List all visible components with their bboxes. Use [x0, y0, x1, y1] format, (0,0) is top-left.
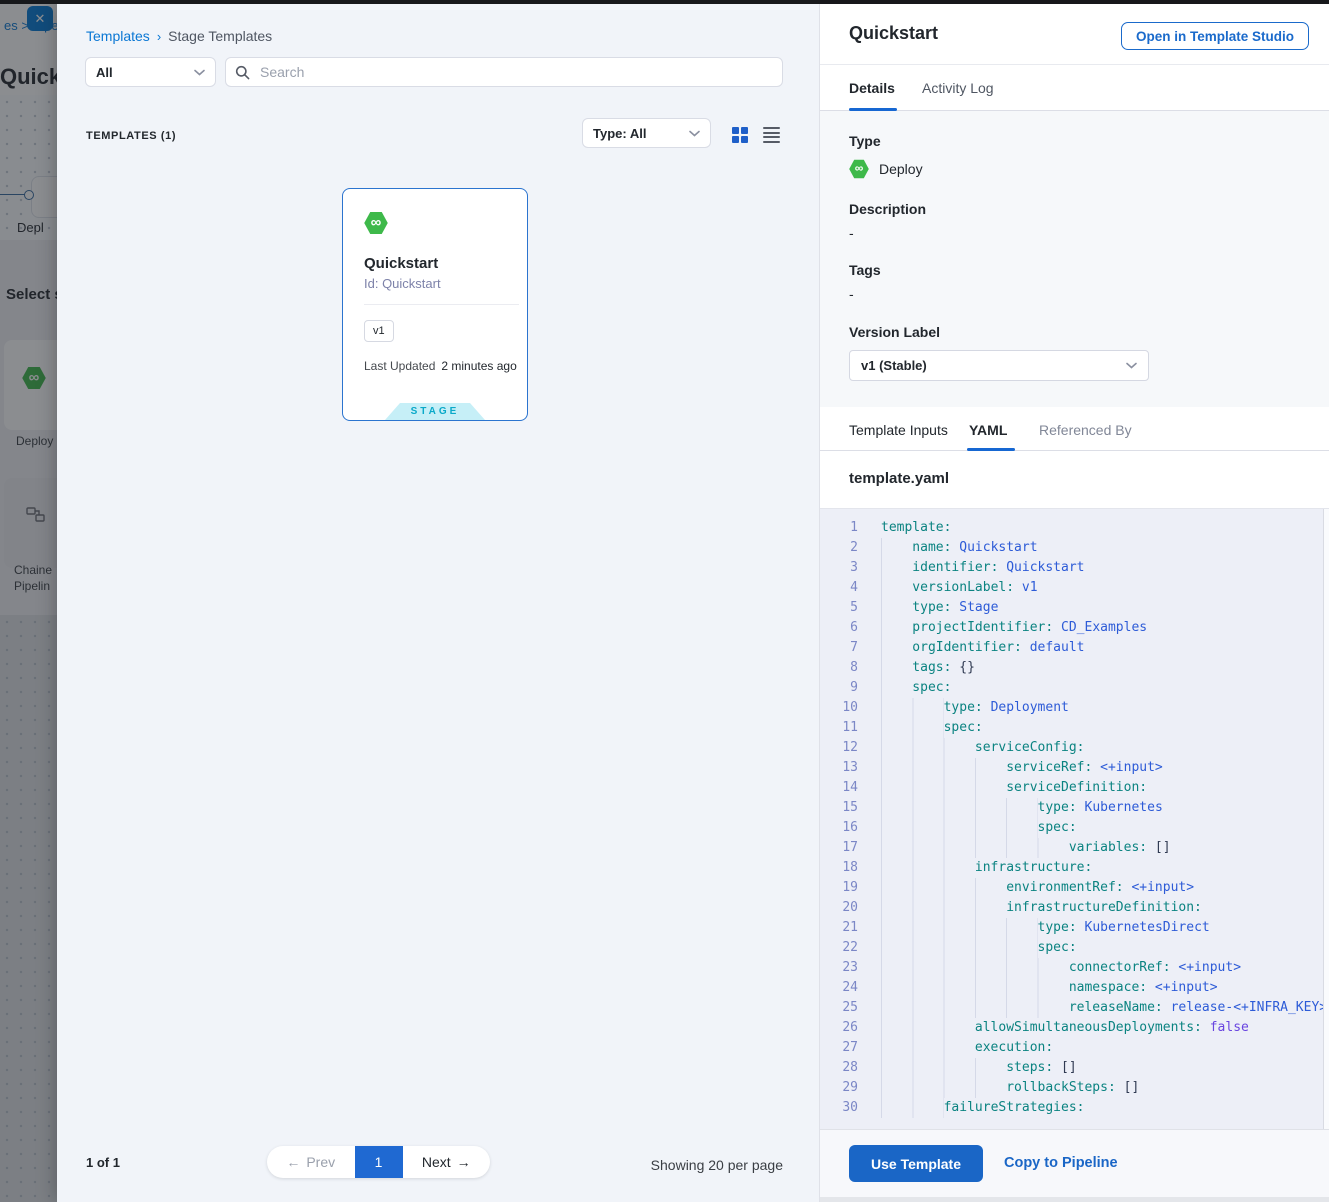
- chevron-down-icon: [1126, 362, 1137, 369]
- template-card-name: Quickstart: [364, 255, 438, 272]
- yaml-subtabs: Template Inputs YAML Referenced By: [820, 407, 1329, 451]
- code-line: 16spec:: [820, 818, 1329, 838]
- code-line: 28steps: []: [820, 1058, 1329, 1078]
- templates-count-label: TEMPLATES (1): [86, 130, 176, 142]
- cd-hexagon-icon: ∞: [849, 159, 869, 179]
- search-field[interactable]: [225, 57, 783, 87]
- code-line: 11spec:: [820, 718, 1329, 738]
- pagination-summary: 1 of 1: [86, 1155, 120, 1170]
- code-line: 30failureStrategies:: [820, 1098, 1329, 1118]
- app-window: es > Pipe ✕ Quicks Depl Select s ∞ Deplo…: [0, 0, 1329, 1202]
- code-line: 2name: Quickstart: [820, 538, 1329, 558]
- card-divider: [364, 304, 519, 305]
- type-value-row: ∞ Deploy: [849, 159, 923, 179]
- code-line: 10type: Deployment: [820, 698, 1329, 718]
- code-line: 5type: Stage: [820, 598, 1329, 618]
- panel-bottom-strip: [820, 1197, 1329, 1202]
- modal-dim-overlay[interactable]: [0, 0, 57, 1202]
- list-view-icon[interactable]: [763, 127, 780, 143]
- per-page-label: Showing 20 per page: [651, 1157, 783, 1173]
- tags-value: -: [849, 286, 854, 302]
- scrollbar-gutter[interactable]: [1323, 509, 1329, 1134]
- tab-activity-log[interactable]: Activity Log: [922, 80, 994, 96]
- code-line: 19environmentRef: <+input>: [820, 878, 1329, 898]
- description-label: Description: [849, 201, 926, 217]
- search-icon: [235, 65, 250, 80]
- code-line: 18infrastructure:: [820, 858, 1329, 878]
- arrow-right-icon: →: [457, 1154, 471, 1170]
- current-page-button[interactable]: 1: [355, 1146, 403, 1178]
- stage-type-badge: STAGE: [385, 403, 485, 420]
- details-section: Type ∞ Deploy Description - Tags - Versi…: [820, 111, 1329, 407]
- code-line: 17variables: []: [820, 838, 1329, 858]
- prev-page-button[interactable]: ←Prev: [267, 1146, 355, 1178]
- tab-template-inputs[interactable]: Template Inputs: [849, 422, 948, 438]
- use-template-button[interactable]: Use Template: [849, 1145, 983, 1182]
- code-line: 20infrastructureDefinition:: [820, 898, 1329, 918]
- panel-title: Quickstart: [849, 23, 938, 44]
- breadcrumb-templates-link[interactable]: Templates: [86, 28, 150, 44]
- version-select[interactable]: v1 (Stable): [849, 350, 1149, 381]
- description-value: -: [849, 225, 854, 241]
- type-value: Deploy: [879, 161, 923, 177]
- chevron-down-icon: [194, 69, 205, 76]
- code-line: 26allowSimultaneousDeployments: false: [820, 1018, 1329, 1038]
- code-line: 7orgIdentifier: default: [820, 638, 1329, 658]
- code-line: 23connectorRef: <+input>: [820, 958, 1329, 978]
- action-bar: Use Template Copy to Pipeline: [820, 1129, 1329, 1197]
- grid-view-icon[interactable]: [732, 127, 748, 143]
- details-tabs: Details Activity Log: [820, 65, 1329, 111]
- tab-referenced-by[interactable]: Referenced By: [1039, 422, 1132, 438]
- search-input[interactable]: [258, 63, 773, 81]
- code-line: 24namespace: <+input>: [820, 978, 1329, 998]
- scope-filter-select[interactable]: All: [85, 57, 216, 87]
- copy-to-pipeline-link[interactable]: Copy to Pipeline: [1004, 1155, 1118, 1171]
- code-line: 3identifier: Quickstart: [820, 558, 1329, 578]
- tab-yaml[interactable]: YAML: [969, 422, 1007, 438]
- version-badge: v1: [364, 320, 394, 342]
- code-line: 6projectIdentifier: CD_Examples: [820, 618, 1329, 638]
- code-line: 12serviceConfig:: [820, 738, 1329, 758]
- template-card-quickstart[interactable]: ∞ Quickstart Id: Quickstart v1 Last Upda…: [342, 188, 528, 421]
- code-line: 9spec:: [820, 678, 1329, 698]
- pagination-control: ←Prev 1 Next→: [267, 1146, 490, 1178]
- tab-details[interactable]: Details: [849, 80, 895, 96]
- yaml-code-editor[interactable]: 1template:2name: Quickstart3identifier: …: [820, 509, 1329, 1134]
- tags-label: Tags: [849, 262, 881, 278]
- open-in-template-studio-button[interactable]: Open in Template Studio: [1121, 22, 1309, 50]
- type-filter-select[interactable]: Type: All: [582, 118, 711, 148]
- code-line: 13serviceRef: <+input>: [820, 758, 1329, 778]
- code-line: 14serviceDefinition:: [820, 778, 1329, 798]
- window-top-strip: [0, 0, 1329, 4]
- code-line: 8tags: {}: [820, 658, 1329, 678]
- background-page: es > Pipe ✕ Quicks Depl Select s ∞ Deplo…: [0, 0, 57, 1202]
- template-card-id: Id: Quickstart: [364, 276, 441, 291]
- templates-drawer: Templates › Stage Templates All TEMPLATE…: [57, 4, 819, 1202]
- code-line: 4versionLabel: v1: [820, 578, 1329, 598]
- code-line: 1template:: [820, 518, 1329, 538]
- last-updated: Last Updated2 minutes ago: [364, 359, 517, 373]
- code-line: 29rollbackSteps: []: [820, 1078, 1329, 1098]
- version-label: Version Label: [849, 324, 940, 340]
- code-line: 27execution:: [820, 1038, 1329, 1058]
- cd-hexagon-icon: ∞: [364, 211, 388, 235]
- code-line: 22spec:: [820, 938, 1329, 958]
- breadcrumb-chevron-icon: ›: [157, 29, 161, 44]
- breadcrumb-current: Stage Templates: [168, 28, 272, 44]
- breadcrumb: Templates › Stage Templates: [86, 28, 272, 44]
- code-line: 15type: Kubernetes: [820, 798, 1329, 818]
- next-page-button[interactable]: Next→: [403, 1146, 491, 1178]
- yaml-file-name: template.yaml: [849, 470, 949, 487]
- code-line: 21type: KubernetesDirect: [820, 918, 1329, 938]
- template-details-panel: Quickstart Open in Template Studio Detai…: [819, 4, 1329, 1202]
- chevron-down-icon: [689, 130, 700, 137]
- file-row: template.yaml: [820, 451, 1329, 509]
- arrow-left-icon: ←: [286, 1154, 300, 1170]
- type-label: Type: [849, 133, 881, 149]
- version-select-value: v1 (Stable): [861, 358, 927, 373]
- code-line: 25releaseName: release-<+INFRA_KEY>: [820, 998, 1329, 1018]
